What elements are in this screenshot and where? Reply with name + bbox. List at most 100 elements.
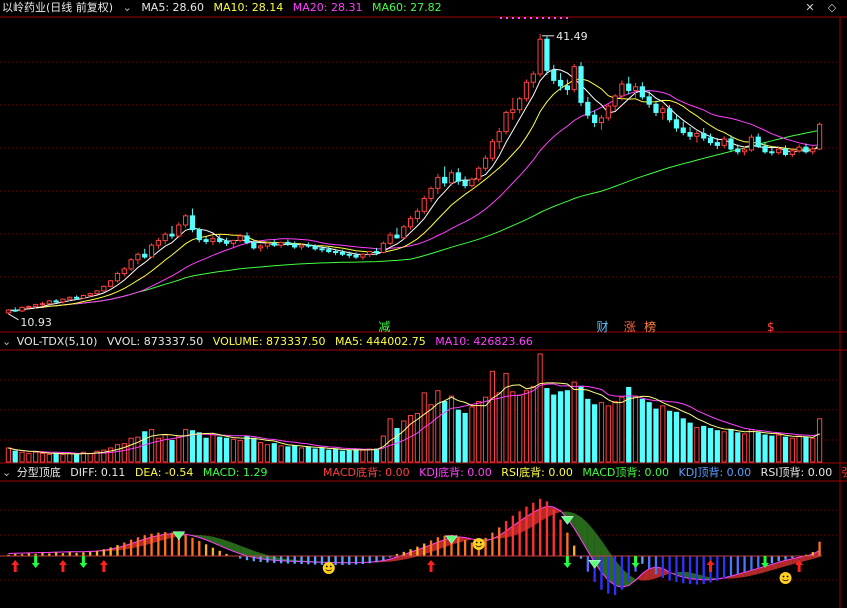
volume-bar — [523, 390, 530, 463]
volume-bar — [694, 426, 700, 463]
volume-bar — [462, 412, 468, 463]
window-close-icon[interactable]: ✕ — [804, 2, 816, 14]
volume-bar — [646, 402, 652, 463]
volume-bar — [496, 392, 502, 463]
candle-body — [442, 176, 448, 184]
volume-bar — [285, 446, 291, 463]
candle-body — [585, 101, 591, 116]
volume-panel-header: ⌄ VOL-TDX(5,10) VVOL: 873337.50 VOLUME: … — [2, 334, 539, 350]
chevron-down-icon[interactable]: ⌄ — [2, 335, 11, 348]
candle-body — [476, 167, 482, 180]
sell-arrow-icon — [79, 556, 88, 568]
ma5-line — [8, 68, 820, 312]
volume-bar — [489, 370, 496, 463]
candle-body — [728, 138, 734, 150]
candle-body — [557, 79, 564, 87]
low-pointer — [8, 313, 19, 321]
buy-arrow-icon — [11, 560, 20, 572]
volume-bar — [223, 437, 230, 463]
candle-body — [387, 234, 393, 244]
volume-bar — [482, 396, 489, 463]
volume-bar — [653, 408, 659, 463]
candle-body — [707, 137, 714, 144]
volume-bar — [455, 409, 461, 463]
candle-body — [816, 123, 823, 150]
macd-indicator-name[interactable]: 分型顶底 — [17, 466, 61, 479]
volume-bar — [769, 435, 775, 463]
diamond-icon[interactable]: ◇ — [826, 2, 838, 14]
volume-bar — [67, 452, 73, 463]
volume-bar — [782, 436, 789, 463]
event-marker-4: $ — [767, 320, 775, 334]
candle-body — [33, 304, 39, 307]
smiley-icon — [322, 562, 335, 574]
candle-body — [142, 253, 148, 258]
event-marker-2: 涨 — [624, 319, 636, 334]
candle-body — [12, 309, 18, 312]
candle-body — [503, 111, 509, 133]
volume-bar — [741, 433, 748, 463]
smiley-icon — [779, 572, 792, 584]
candle-body — [169, 233, 175, 237]
volume-bar — [557, 391, 564, 463]
candle-body — [271, 242, 277, 246]
candle-body — [285, 241, 291, 245]
volume-bar — [714, 430, 720, 463]
volume-indicator-name[interactable]: VOL-TDX(5,10) — [17, 335, 98, 348]
candle-body — [258, 245, 264, 249]
volume-bar — [292, 445, 298, 463]
candle-body — [353, 254, 359, 258]
candle-body — [108, 280, 114, 287]
candle-body — [87, 293, 93, 296]
volume-bar — [73, 453, 80, 463]
candle-body — [462, 180, 468, 187]
buy-arrow-icon — [99, 560, 108, 572]
candle-body — [196, 229, 202, 241]
volume-bar — [360, 449, 366, 463]
chevron-down-icon[interactable]: ⌄ — [123, 1, 132, 14]
candle-body — [80, 294, 87, 299]
candle-body — [537, 38, 543, 75]
volume-bar — [298, 447, 305, 463]
candle-body — [721, 138, 727, 146]
vol-ma5-value: MA5: 444002.75 — [335, 335, 426, 348]
candle-body — [551, 69, 557, 81]
candle-body — [407, 218, 414, 228]
volume-bar — [53, 452, 59, 463]
volume-bar — [237, 439, 243, 463]
candle-body — [373, 251, 380, 254]
candle-body — [319, 248, 325, 251]
candle-body — [155, 240, 161, 246]
candle-body — [183, 215, 189, 226]
volume-bar — [264, 444, 271, 463]
smiley-eye — [329, 565, 332, 568]
volume-bar — [135, 436, 141, 463]
candle-body — [428, 187, 434, 199]
event-marker-1: 财 — [596, 320, 608, 334]
volume-bar — [12, 450, 18, 463]
volume-bar — [142, 431, 148, 463]
sell-arrow-icon — [631, 556, 640, 568]
candle-body — [571, 66, 577, 91]
signal-macd-bottom: MACD底背: 0.00 — [323, 466, 410, 479]
sell-arrow-icon — [563, 556, 572, 568]
volume-bar — [19, 451, 25, 463]
chevron-down-icon[interactable]: ⌄ — [2, 466, 11, 479]
volume-bar — [319, 447, 325, 463]
macd-panel-header: ⌄ 分型顶底 DIFF: 0.11 DEA: -0.54 MACD: 1.29 — [2, 465, 274, 481]
candle-body — [189, 215, 196, 231]
event-marker-0: 减 — [378, 320, 390, 334]
volume-bar — [87, 452, 93, 463]
candle-body — [653, 103, 659, 113]
volume-bar — [632, 395, 639, 463]
volume-bar — [721, 431, 727, 463]
candle-body — [592, 114, 598, 123]
candle-body — [298, 244, 305, 248]
candle-body — [639, 86, 645, 98]
volume-bar — [605, 405, 611, 463]
kline-chart-canvas[interactable]: 41.49 10.93 减 财 涨榜 $ — [0, 0, 847, 608]
volume-bar — [701, 425, 707, 463]
candle-body — [332, 251, 339, 254]
candle-body — [680, 127, 686, 134]
volume-bar — [776, 434, 782, 463]
